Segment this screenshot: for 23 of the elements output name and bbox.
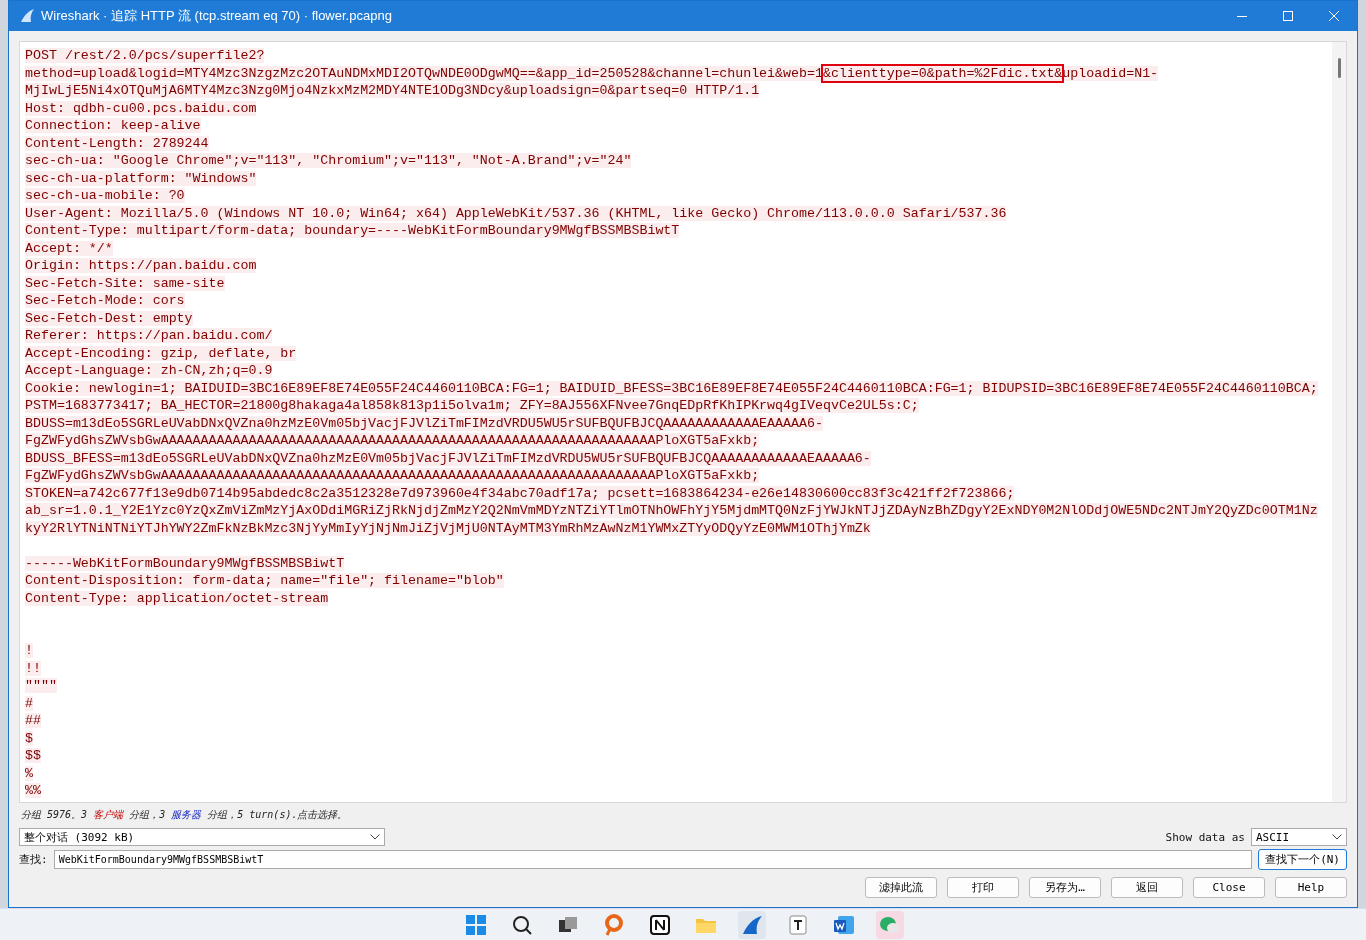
maximize-icon[interactable] [1283,11,1293,21]
scrollbar[interactable] [1332,42,1346,802]
chevron-down-icon [1332,834,1342,840]
dialog-button[interactable]: 返回 [1111,877,1183,898]
dialog-button[interactable]: Help [1275,877,1347,898]
find-next-button[interactable]: 查找下一个(N) [1258,849,1347,870]
stream-summary: 分组 5976。3 客户端 分组，3 服务器 分组，5 turn(s).点击选择。 [21,808,349,822]
conversation-dropdown[interactable]: 整个对话 (3092 kB) [19,828,385,846]
shark-fin-icon[interactable] [738,910,766,939]
dialog-button[interactable]: 滤掉此流 [865,877,937,898]
shark-fin-icon [19,8,35,24]
find-label: 查找: [19,852,48,867]
show-data-label: Show data as [1165,830,1245,844]
dialog-button[interactable]: 打印 [947,877,1019,898]
data-format-dropdown[interactable]: ASCII [1251,828,1347,846]
chat-app-icon[interactable] [876,910,904,939]
chevron-down-icon [370,834,380,840]
close-icon[interactable] [1329,11,1339,21]
dialog-button[interactable]: 另存为… [1029,877,1101,898]
window-title: Wireshark · 追踪 HTTP 流 (tcp.stream eq 70) · flower.pcapng [41,7,393,25]
scrollbar-thumb[interactable] [1338,58,1341,78]
find-field[interactable]: WebKitFormBoundary9MWgfBSSMBSBiwtT [53,850,1253,869]
dialog-button[interactable]: Close [1193,877,1265,898]
